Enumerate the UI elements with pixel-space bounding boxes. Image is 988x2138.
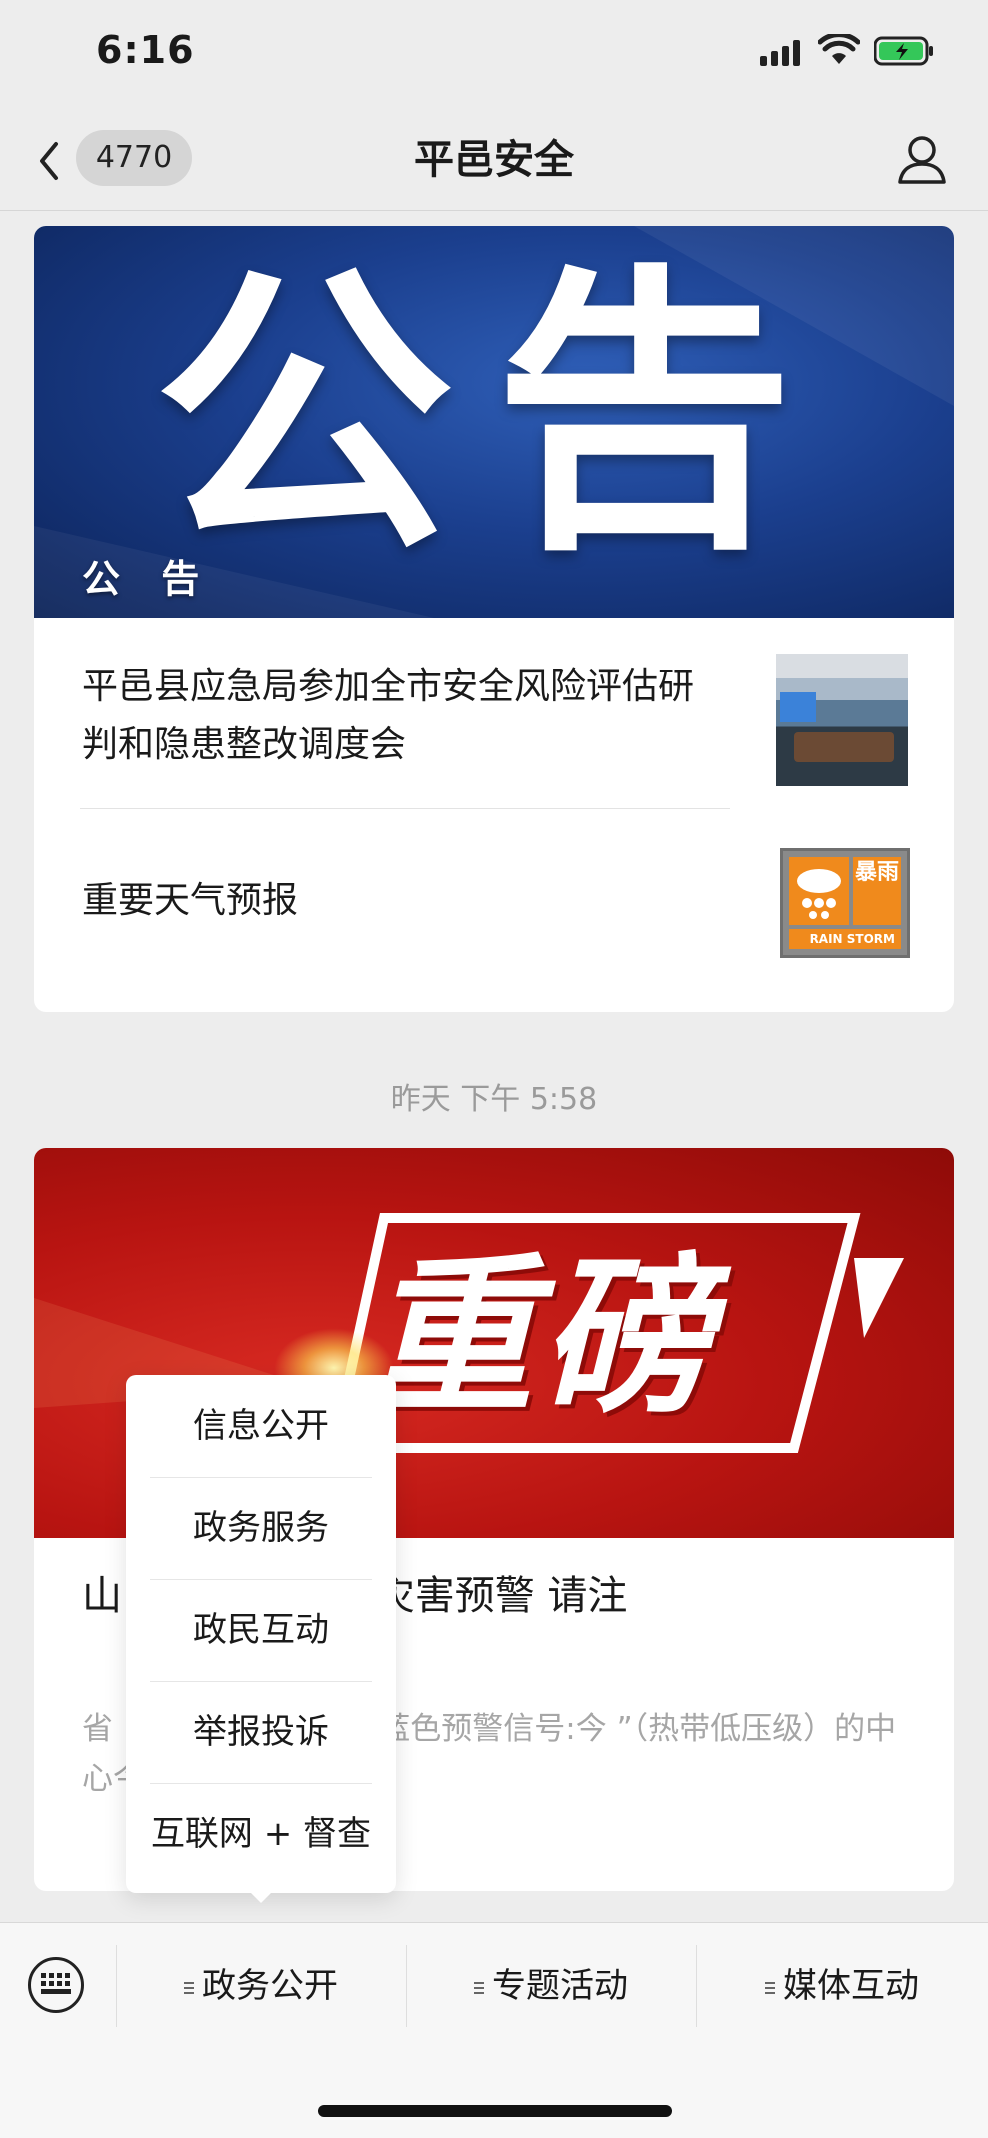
keyboard-icon[interactable] — [28, 1957, 84, 2013]
menu-item-government-services[interactable]: 政务服务 — [150, 1477, 372, 1580]
status-time: 6:16 — [96, 28, 195, 72]
headline-article-banner[interactable]: 公告 公 告 — [34, 226, 954, 618]
tab-label: 政务公开 — [202, 1966, 338, 2006]
wifi-icon — [818, 34, 860, 64]
tab-special-events[interactable]: 专题活动 — [406, 1943, 696, 2029]
menu-item-info-disclosure[interactable]: 信息公开 — [150, 1375, 372, 1478]
home-indicator[interactable] — [318, 2105, 672, 2117]
menu-lines-icon — [765, 1979, 775, 1997]
headline-article-title: 公 告 — [82, 557, 214, 601]
article-title: 重要天气预报 — [82, 880, 299, 921]
menu-item-internet-supervision[interactable]: 互联网 + 督查 — [150, 1783, 372, 1885]
signal-icon — [760, 40, 800, 66]
thumbnail-screen — [780, 692, 816, 722]
banner-headline-text: 公告 — [154, 241, 834, 590]
divider — [80, 808, 730, 809]
thumbnail-table — [794, 732, 894, 762]
meeting-thumbnail — [776, 654, 908, 786]
menu-item-report-complaint[interactable]: 举报投诉 — [150, 1681, 372, 1784]
menu-item-citizen-interaction[interactable]: 政民互动 — [150, 1579, 372, 1682]
menu-lines-icon — [184, 1979, 194, 1997]
tab-label: 媒体互动 — [783, 1966, 919, 2006]
tab-media-interaction[interactable]: 媒体互动 — [696, 1943, 988, 2029]
battery-icon — [874, 36, 933, 66]
status-bar: 6:16 — [0, 0, 988, 110]
rain-cloud-icon — [789, 857, 849, 925]
submenu-popup: 信息公开 政务服务 政民互动 举报投诉 互联网 + 督查 — [126, 1375, 396, 1893]
banner-headline-text: 重磅 — [364, 1239, 717, 1437]
message-timestamp: 昨天 下午 5:58 — [390, 1082, 598, 1117]
popup-caret — [249, 1891, 273, 1903]
rain-badge-text: 暴雨 — [853, 857, 901, 925]
tab-label: 专题活动 — [492, 1966, 628, 2006]
menu-lines-icon — [474, 1979, 484, 1997]
profile-icon[interactable] — [894, 132, 950, 188]
page-title: 平邑安全 — [414, 137, 574, 183]
article-card-group: 公告 公 告 平邑县应急局参加全市安全风险评估研判和隐患整改调度会 重要天气预报… — [34, 226, 954, 1012]
rainstorm-warning-thumbnail: 暴雨 RAIN STORM — [780, 848, 910, 958]
nav-bar: 4770 平邑安全 — [0, 110, 988, 211]
tab-government-affairs[interactable]: 政务公开 — [116, 1943, 406, 2029]
article-title: 平邑县应急局参加全市安全风险评估研判和隐患整改调度会 — [82, 666, 695, 765]
rain-badge-caption: RAIN STORM — [789, 929, 901, 949]
